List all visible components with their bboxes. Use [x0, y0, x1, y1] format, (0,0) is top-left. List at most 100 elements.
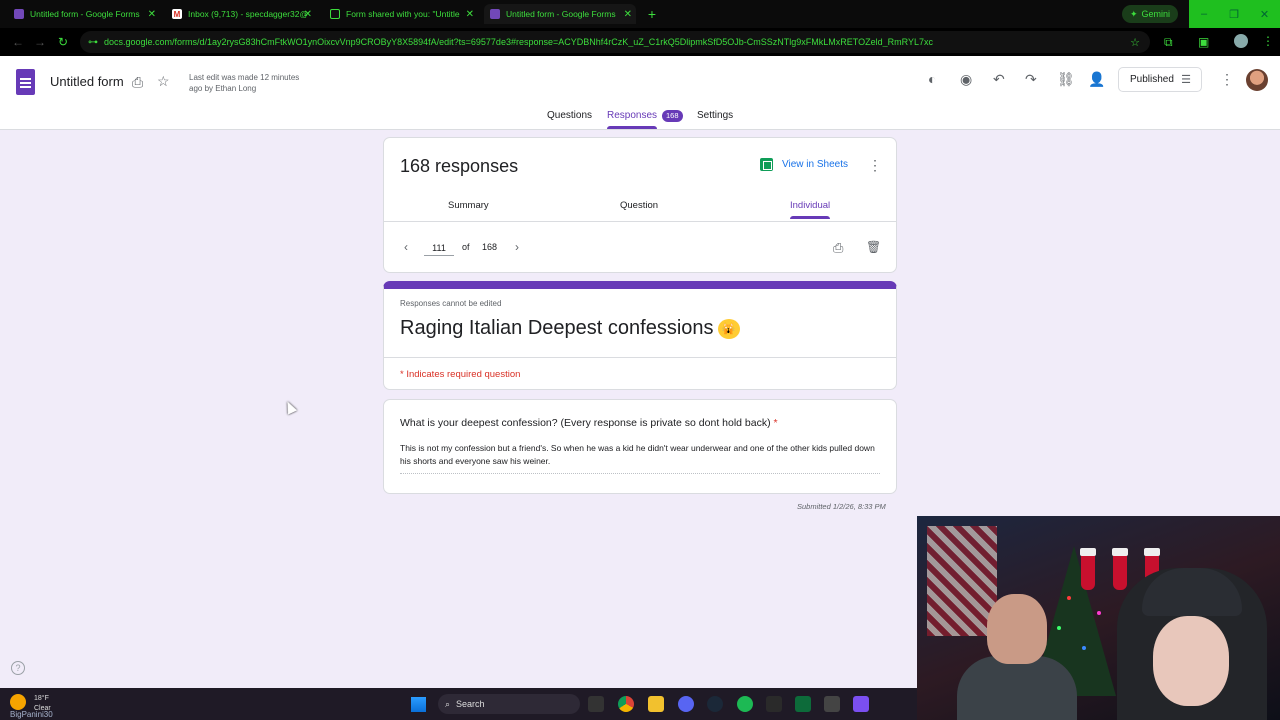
address-bar-row: ← → ↻ ⊶ docs.google.com/forms/d/1ay2rysG…	[0, 28, 1280, 56]
star-icon[interactable]: ☆	[157, 73, 170, 90]
url-bar[interactable]: ⊶ docs.google.com/forms/d/1ay2rysG83hCmF…	[80, 31, 1150, 53]
customize-theme-icon[interactable]: ◐	[928, 71, 936, 87]
question-card: What is your deepest confession? (Every …	[383, 399, 897, 494]
steam-icon[interactable]	[707, 696, 723, 712]
stocking	[1080, 548, 1096, 590]
close-tab-icon[interactable]: ✕	[466, 9, 474, 20]
tab-questions[interactable]: Questions	[547, 110, 592, 121]
required-asterisk: *	[773, 417, 778, 429]
search-icon: ⌕	[445, 698, 451, 709]
app-icon[interactable]	[795, 696, 811, 712]
close-tab-icon[interactable]: ✕	[304, 9, 312, 20]
view-in-sheets-label: View in Sheets	[782, 159, 848, 170]
form-heading-text: Raging Italian Deepest confessions	[400, 317, 714, 339]
tab-responses[interactable]: Responses	[607, 110, 658, 129]
help-icon[interactable]: ?	[11, 661, 25, 675]
epic-games-icon[interactable]	[766, 696, 782, 712]
restore-icon[interactable]: ❐	[1219, 0, 1249, 28]
gemini-icon: ✦	[1130, 8, 1138, 19]
bookmark-star-icon[interactable]: ☆	[1130, 36, 1140, 49]
print-icon[interactable]: ⎙	[833, 240, 843, 256]
answer-text: This is not my confession but a friend's…	[400, 442, 880, 474]
move-to-folder-icon[interactable]: ⎙	[132, 74, 143, 91]
close-window-icon[interactable]: ✕	[1249, 0, 1280, 28]
account-avatar[interactable]	[1246, 69, 1268, 91]
discord-icon[interactable]	[678, 696, 694, 712]
pager-total: 168	[482, 242, 498, 252]
delete-icon[interactable]: 🗑	[866, 240, 881, 254]
more-options-icon[interactable]: ⋮	[1220, 71, 1234, 88]
app-grid-icon[interactable]	[853, 696, 869, 712]
person-face	[1153, 616, 1229, 706]
tree-light	[1082, 646, 1086, 650]
published-button[interactable]: Published ☰	[1118, 67, 1202, 92]
stream-overlay-text: BigPanini30	[10, 710, 53, 719]
cannot-edit-note: Responses cannot be edited	[400, 299, 502, 308]
tree-light	[1097, 611, 1101, 615]
responses-card: 168 responses View in Sheets ⋮ Summary Q…	[383, 137, 897, 273]
windows-start-icon[interactable]	[411, 697, 426, 712]
form-title-card: Responses cannot be edited Raging Italia…	[383, 281, 897, 390]
browser-tab-active[interactable]: Untitled form - Google Forms ✕	[484, 4, 636, 24]
redo-icon[interactable]: ↷	[1025, 71, 1037, 88]
form-tabs: Questions Responses 168 Settings	[0, 110, 1280, 130]
tab-individual[interactable]: Individual	[790, 200, 831, 219]
submitted-timestamp: Submitted 1/2/26, 8:33 PM	[797, 502, 886, 511]
browser-profile-avatar[interactable]	[1234, 34, 1248, 48]
tab-label: Untitled form - Google Forms	[30, 9, 140, 19]
response-number-input[interactable]: 111	[424, 240, 454, 256]
extensions-icon[interactable]: ⧉	[1164, 35, 1173, 50]
tab-settings[interactable]: Settings	[697, 110, 733, 121]
responses-count-badge: 168	[662, 110, 683, 122]
forward-icon[interactable]: →	[34, 35, 46, 49]
tab-summary[interactable]: Summary	[448, 200, 489, 211]
last-edit-text[interactable]: Last edit was made 12 minutes ago by Eth…	[189, 72, 309, 94]
tab-label: Inbox (9,713) - specdagger32@	[188, 9, 309, 19]
new-tab-button[interactable]: +	[644, 6, 660, 22]
app-icon[interactable]	[824, 696, 840, 712]
next-response-icon[interactable]: ›	[515, 240, 519, 254]
tab-label: Form shared with you: "Untitle	[346, 9, 460, 19]
site-info-icon[interactable]: ⊶	[88, 37, 98, 48]
tree-light	[1067, 596, 1071, 600]
browser-tab[interactable]: M Inbox (9,713) - specdagger32@ ✕	[166, 4, 316, 24]
reload-icon[interactable]: ↻	[58, 35, 68, 49]
task-view-icon[interactable]	[588, 696, 604, 712]
browser-tab-bar: Untitled form - Google Forms ✕ M Inbox (…	[0, 0, 1280, 28]
person-face	[987, 594, 1047, 664]
tab-question[interactable]: Question	[620, 200, 658, 211]
gemini-button[interactable]: ✦ Gemini	[1122, 5, 1179, 23]
google-forms-logo-icon[interactable]	[16, 69, 35, 95]
form-title[interactable]: Untitled form	[50, 74, 124, 89]
tab-label: Untitled form - Google Forms	[506, 9, 616, 19]
webcam-overlay	[917, 516, 1280, 720]
undo-icon[interactable]: ↶	[993, 71, 1005, 88]
previous-response-icon[interactable]: ‹	[404, 240, 408, 254]
weather-temp: 18°F	[34, 695, 49, 702]
browser-menu-icon[interactable]: ⋮	[1262, 34, 1274, 48]
chrome-icon[interactable]	[618, 696, 634, 712]
close-tab-icon[interactable]: ✕	[624, 9, 632, 20]
copy-link-icon[interactable]: ⛓	[1057, 71, 1075, 88]
responses-more-icon[interactable]: ⋮	[868, 157, 882, 174]
browser-tab[interactable]: Untitled form - Google Forms ✕	[8, 4, 160, 24]
taskbar-search[interactable]: ⌕ Search	[438, 694, 580, 714]
response-view-tabs: Summary Question Individual	[384, 200, 896, 222]
preview-eye-icon[interactable]: ◉	[960, 71, 972, 88]
publish-settings-icon: ☰	[1181, 74, 1191, 86]
spotify-icon[interactable]	[737, 696, 753, 712]
browser-tab[interactable]: Form shared with you: "Untitle ✕	[324, 4, 478, 24]
file-explorer-icon[interactable]	[648, 696, 664, 712]
divider	[384, 357, 896, 358]
mouse-cursor-icon	[282, 399, 298, 415]
forms-tab-icon	[490, 9, 500, 19]
back-icon[interactable]: ←	[12, 35, 24, 49]
view-in-sheets-button[interactable]: View in Sheets	[760, 158, 848, 171]
mail-tab-icon	[330, 9, 340, 19]
add-collaborators-icon[interactable]: 👤	[1088, 71, 1105, 88]
minimize-icon[interactable]: –	[1189, 0, 1219, 28]
close-tab-icon[interactable]: ✕	[148, 9, 156, 20]
forms-tab-icon	[14, 9, 24, 19]
weather-icon	[10, 694, 26, 710]
sidepanel-icon[interactable]: ▣	[1198, 35, 1209, 49]
